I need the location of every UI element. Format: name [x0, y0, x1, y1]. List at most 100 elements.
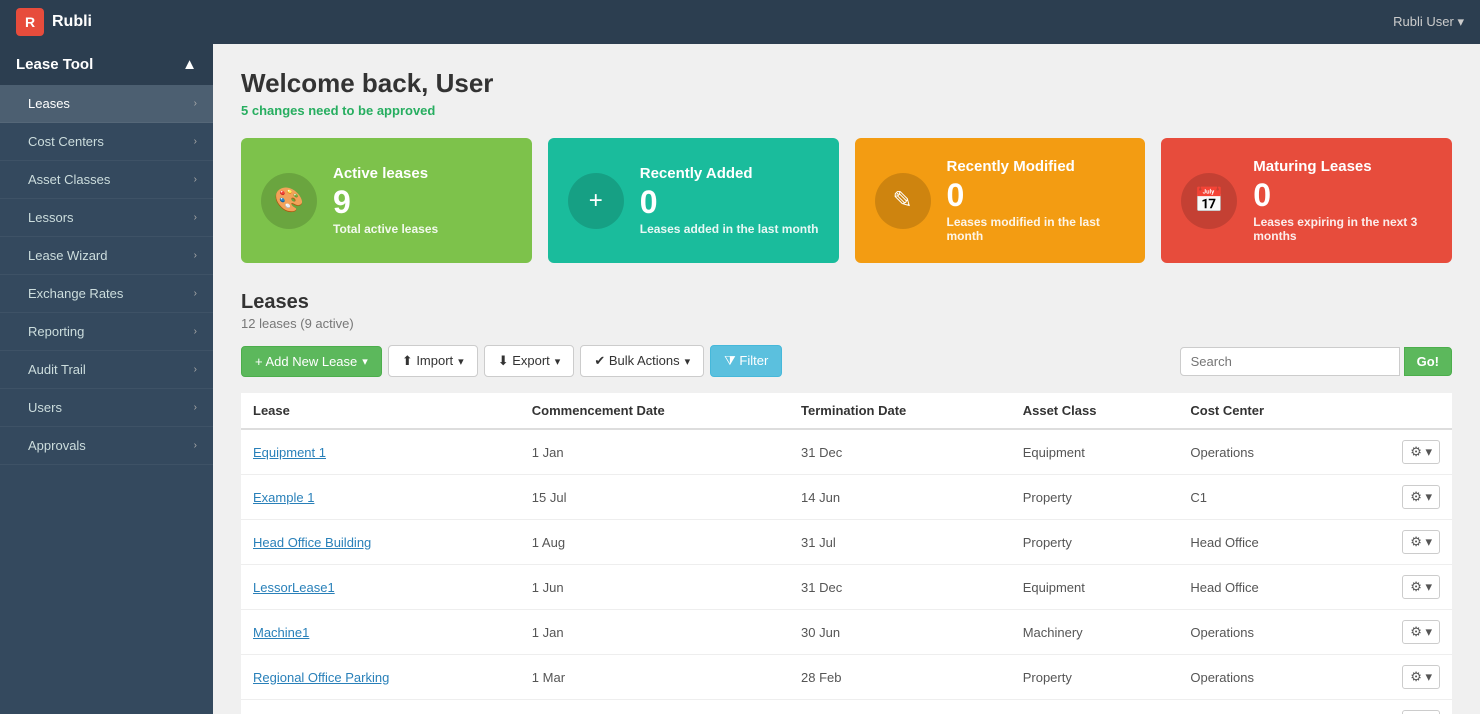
- maturing-leases-icon: 📅: [1181, 173, 1237, 229]
- search-input[interactable]: [1180, 347, 1400, 376]
- cost-center-cell: Head Office: [1178, 520, 1346, 565]
- welcome-header: Welcome back, User 5 changes need to be …: [241, 68, 1452, 118]
- row-actions-cell: ⚙ ▾: [1346, 655, 1452, 700]
- sidebar-item-users[interactable]: Users ›: [0, 389, 213, 427]
- sidebar-item-reporting[interactable]: Reporting›: [0, 313, 213, 351]
- row-actions-button[interactable]: ⚙ ▾: [1402, 440, 1440, 464]
- col-header-5: [1346, 393, 1452, 429]
- lease-link[interactable]: Machine1: [253, 625, 309, 640]
- active-leases-title: Active leases: [333, 165, 438, 182]
- active-leases-info: Active leases 9 Total active leases: [333, 165, 438, 236]
- stats-row: 🎨 Active leases 9 Total active leases + …: [241, 138, 1452, 263]
- top-nav: R Rubli Rubli User ▾: [0, 0, 1480, 44]
- lease-link[interactable]: LessorLease1: [253, 580, 335, 595]
- stat-card-recently-modified: ✎ Recently Modified 0 Leases modified in…: [855, 138, 1146, 263]
- termination-date-cell: 31 Dec: [789, 429, 1011, 475]
- sidebar-item-asset-classes[interactable]: Asset Classes ›: [0, 161, 213, 199]
- chevron-right-icon: ›: [194, 174, 197, 185]
- maturing-leases-number: 0: [1253, 179, 1432, 211]
- row-actions-cell: ⚙ ▾: [1346, 475, 1452, 520]
- maturing-leases-title: Maturing Leases: [1253, 158, 1432, 175]
- lease-name-cell: Regional Office Building: [241, 700, 520, 714]
- welcome-subtitle: 5 changes need to be approved: [241, 103, 1452, 118]
- sidebar-item-label: Exchange Rates: [28, 286, 123, 301]
- lease-link[interactable]: Regional Office Parking: [253, 670, 389, 685]
- table-row: Head Office Building 1 Aug 31 Jul Proper…: [241, 520, 1452, 565]
- table-row: Machine1 1 Jan 30 Jun Machinery Operatio…: [241, 610, 1452, 655]
- cost-center-cell: Operations: [1178, 610, 1346, 655]
- row-actions-button[interactable]: ⚙ ▾: [1402, 575, 1440, 599]
- chevron-right-icon: ›: [194, 364, 197, 375]
- chevron-right-icon: ›: [194, 250, 197, 261]
- row-actions-cell: ⚙ ▾: [1346, 520, 1452, 565]
- sidebar-item-lessors[interactable]: Lessors ›: [0, 199, 213, 237]
- logo-icon: R: [16, 8, 44, 36]
- row-actions-button[interactable]: ⚙ ▾: [1402, 485, 1440, 509]
- add-new-lease-button[interactable]: + Add New Lease: [241, 346, 382, 377]
- leases-section: Leases 12 leases (9 active) + Add New Le…: [241, 291, 1452, 714]
- sidebar-section-header[interactable]: Lease Tool ▲: [0, 44, 213, 85]
- row-actions-button[interactable]: ⚙ ▾: [1402, 620, 1440, 644]
- sidebar-item-audit-trail[interactable]: Audit Trail ›: [0, 351, 213, 389]
- row-actions-button[interactable]: ⚙ ▾: [1402, 710, 1440, 714]
- sidebar-item-label: Lease Wizard: [28, 248, 107, 263]
- sidebar: Lease Tool ▲ Leases›Cost Centers›Asset C…: [0, 44, 213, 714]
- asset-class-cell: Equipment: [1011, 429, 1179, 475]
- sidebar-item-lease-wizard[interactable]: Lease Wizard ›: [0, 237, 213, 275]
- cost-center-cell: C1: [1178, 475, 1346, 520]
- sidebar-item-label: Leases: [28, 96, 70, 111]
- welcome-title: Welcome back, User: [241, 68, 1452, 99]
- filter-button[interactable]: ⧩ Filter: [710, 345, 782, 377]
- row-actions-button[interactable]: ⚙ ▾: [1402, 530, 1440, 554]
- chevron-right-icon: ›: [194, 98, 197, 109]
- asset-class-cell: Property: [1011, 655, 1179, 700]
- sidebar-item-label: Audit Trail: [28, 362, 86, 377]
- chevron-right-icon: ›: [194, 288, 197, 299]
- user-menu[interactable]: Rubli User ▾: [1393, 14, 1464, 30]
- lease-name-cell: Machine1: [241, 610, 520, 655]
- row-actions-cell: ⚙ ▾: [1346, 429, 1452, 475]
- lease-link[interactable]: Head Office Building: [253, 535, 371, 550]
- leases-table: LeaseCommencement DateTermination DateAs…: [241, 393, 1452, 714]
- asset-class-cell: Machinery: [1011, 610, 1179, 655]
- commencement-date-cell: 1 Jan: [520, 429, 789, 475]
- main-content: Welcome back, User 5 changes need to be …: [213, 44, 1480, 714]
- cost-center-cell: Operations: [1178, 700, 1346, 714]
- commencement-date-cell: 1 Mar: [520, 655, 789, 700]
- termination-date-cell: 30 Jun: [789, 610, 1011, 655]
- row-actions-button[interactable]: ⚙ ▾: [1402, 665, 1440, 689]
- recently-modified-info: Recently Modified 0 Leases modified in t…: [947, 158, 1126, 243]
- lease-name-cell: Equipment 1: [241, 429, 520, 475]
- table-row: Example 1 15 Jul 14 Jun Property C1 ⚙ ▾: [241, 475, 1452, 520]
- lease-link[interactable]: Example 1: [253, 490, 314, 505]
- recently-modified-title: Recently Modified: [947, 158, 1126, 175]
- chevron-right-icon: ›: [194, 212, 197, 223]
- chevron-right-icon: ›: [194, 440, 197, 451]
- lease-name-cell: Head Office Building: [241, 520, 520, 565]
- sidebar-item-cost-centers[interactable]: Cost Centers›: [0, 123, 213, 161]
- export-button[interactable]: ⬇ Export: [484, 345, 575, 377]
- sidebar-item-approvals[interactable]: Approvals›: [0, 427, 213, 465]
- row-actions-cell: ⚙ ▾: [1346, 700, 1452, 714]
- sidebar-item-exchange-rates[interactable]: Exchange Rates ›: [0, 275, 213, 313]
- commencement-date-cell: 15 Jul: [520, 475, 789, 520]
- lease-name-cell: Example 1: [241, 475, 520, 520]
- chevron-right-icon: ›: [194, 402, 197, 413]
- table-row: Regional Office Parking 1 Mar 28 Feb Pro…: [241, 655, 1452, 700]
- import-button[interactable]: ⬆ Import: [388, 345, 478, 377]
- row-actions-cell: ⚙ ▾: [1346, 565, 1452, 610]
- stat-card-maturing-leases: 📅 Maturing Leases 0 Leases expiring in t…: [1161, 138, 1452, 263]
- recently-added-number: 0: [640, 186, 819, 218]
- sidebar-item-label: Reporting: [28, 324, 84, 339]
- search-go-button[interactable]: Go!: [1404, 347, 1452, 376]
- commencement-date-cell: 1 Jun: [520, 565, 789, 610]
- sidebar-item-label: Users: [28, 400, 62, 415]
- sidebar-item-leases[interactable]: Leases ›: [0, 85, 213, 123]
- sidebar-item-label: Asset Classes: [28, 172, 110, 187]
- sidebar-section-label: Lease Tool: [16, 56, 93, 73]
- bulk-actions-button[interactable]: ✔ Bulk Actions: [580, 345, 704, 377]
- lease-link[interactable]: Equipment 1: [253, 445, 326, 460]
- sidebar-collapse-icon[interactable]: ▲: [182, 56, 197, 73]
- sidebar-item-label: Lessors: [28, 210, 74, 225]
- app-logo: R Rubli: [16, 8, 92, 36]
